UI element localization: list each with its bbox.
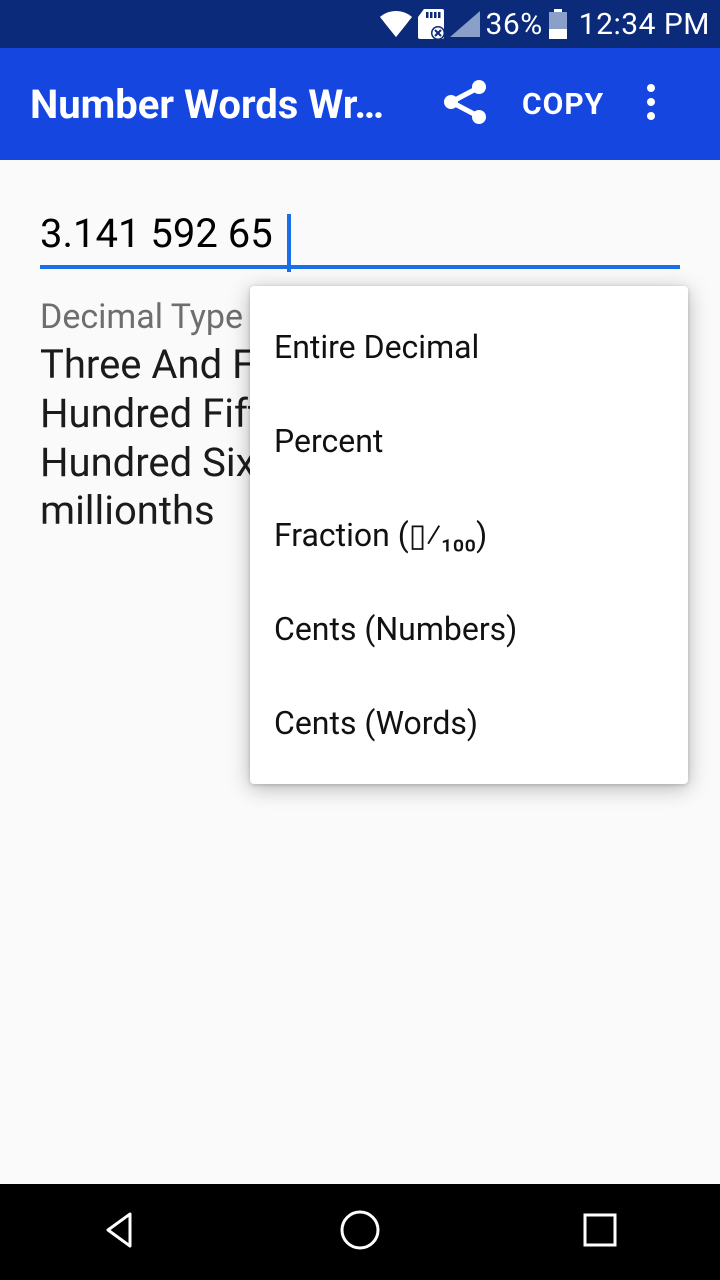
app-title: Number Words Wr… bbox=[30, 81, 430, 128]
cell-signal-icon bbox=[450, 11, 480, 37]
sd-card-icon bbox=[418, 9, 444, 39]
nav-back-button[interactable] bbox=[60, 1197, 180, 1267]
dropdown-item-entire-decimal[interactable]: Entire Decimal bbox=[250, 300, 688, 394]
navigation-bar bbox=[0, 1184, 720, 1280]
dropdown-item-cents-numbers[interactable]: Cents (Numbers) bbox=[250, 582, 688, 676]
wifi-icon bbox=[380, 11, 412, 37]
dropdown-item-fraction[interactable]: Fraction (▯⁄₁₀₀) bbox=[250, 488, 688, 582]
recent-icon bbox=[582, 1212, 618, 1252]
share-button[interactable] bbox=[430, 69, 500, 139]
battery-icon bbox=[549, 9, 567, 39]
dropdown-item-cents-words[interactable]: Cents (Words) bbox=[250, 676, 688, 770]
back-icon bbox=[100, 1210, 140, 1254]
text-caret bbox=[287, 214, 291, 272]
home-icon bbox=[339, 1209, 381, 1255]
status-bar: 36% 12:34 PM bbox=[0, 0, 720, 48]
number-input[interactable] bbox=[40, 206, 680, 269]
share-icon bbox=[443, 79, 487, 129]
decimal-type-dropdown: Entire Decimal Percent Fraction (▯⁄₁₀₀) … bbox=[250, 286, 688, 784]
status-time: 12:34 PM bbox=[579, 7, 710, 42]
status-icons: 36% 12:34 PM bbox=[380, 7, 710, 42]
overflow-menu-button[interactable] bbox=[626, 69, 676, 139]
app-bar: Number Words Wr… COPY bbox=[0, 48, 720, 160]
nav-recent-button[interactable] bbox=[540, 1197, 660, 1267]
copy-button[interactable]: COPY bbox=[500, 87, 626, 122]
battery-percent: 36% bbox=[486, 7, 543, 42]
dropdown-item-percent[interactable]: Percent bbox=[250, 394, 688, 488]
more-vert-icon bbox=[646, 83, 656, 125]
nav-home-button[interactable] bbox=[300, 1197, 420, 1267]
